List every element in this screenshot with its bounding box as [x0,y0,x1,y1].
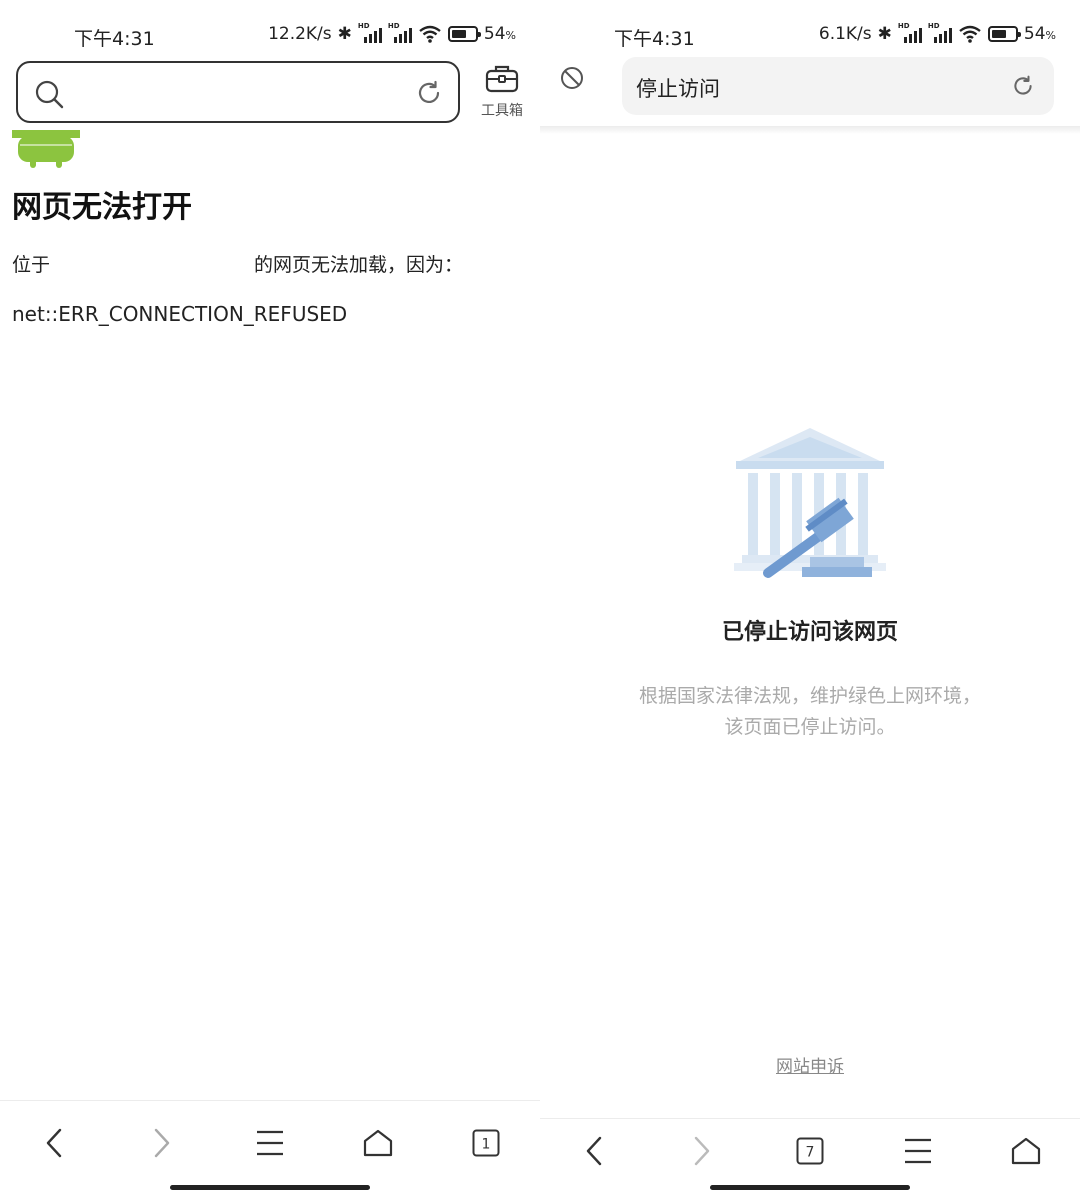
home-button[interactable] [358,1123,398,1163]
tabs-button[interactable]: 1 [466,1123,506,1163]
battery-icon [987,26,1021,42]
error-title: 网页无法打开 [12,190,192,225]
battery-percent: 54% [483,24,516,44]
signal-icon: HD [358,22,382,43]
home-icon [363,1129,393,1157]
tabs-icon: 1 [472,1129,500,1157]
status-time: 下午4:31 [74,28,155,50]
status-time: 下午4:31 [614,28,695,50]
blocked-title: 已停止访问该网页 [721,620,898,645]
refresh-icon[interactable] [416,80,442,106]
blocked-icon [561,67,583,89]
blocked-description-line-2: 该页面已停止访问。 [724,716,896,738]
toolbox-label: 工具箱 [481,103,523,119]
error-message: 位于 的网页无法加载，因为： [12,250,463,277]
site-appeal-link[interactable]: 网站申诉 [540,1052,1080,1077]
address-bar[interactable]: 停止访问 [622,57,1054,115]
back-icon [46,1128,62,1158]
error-message-suffix: 的网页无法加载，因为： [254,254,464,276]
menu-button[interactable] [898,1131,938,1171]
home-indicator[interactable] [170,1185,370,1190]
search-bar[interactable] [16,61,460,123]
android-icon [12,130,80,168]
svg-text:7: 7 [806,1145,815,1161]
forward-icon [154,1128,170,1158]
wifi-icon [419,25,441,43]
bluetooth-icon: ✱ [337,24,352,44]
address-text: 停止访问 [636,77,720,101]
tabs-icon: 7 [796,1137,824,1165]
back-button[interactable] [574,1131,614,1171]
home-indicator[interactable] [710,1185,910,1190]
network-speed: 6.1K/s [818,24,872,44]
bluetooth-icon: ✱ [877,24,892,44]
left-browser-screen: 下午4:31 12.2K/s ✱ HD HD 54% 工具箱 网页无法打开 位于… [0,0,540,1200]
blocked-description: 根据国家法律法规，维护绿色上网环境， 该页面已停止访问。 [540,681,1080,743]
signal-icon-2: HD [928,22,952,43]
forward-button[interactable] [142,1123,182,1163]
error-code: net::ERR_CONNECTION_REFUSED [12,302,348,326]
forward-button[interactable] [682,1131,722,1171]
signal-icon: HD [898,22,922,43]
back-button[interactable] [34,1123,74,1163]
error-message-prefix: 位于 [12,254,51,276]
signal-icon-2: HD [388,22,412,43]
bottom-toolbar: 7 [540,1118,1080,1200]
battery-icon [447,26,481,42]
wifi-icon [959,25,981,43]
search-icon [35,80,64,109]
svg-text:1: 1 [482,1137,491,1153]
bottom-toolbar: 1 [0,1100,540,1200]
back-icon [586,1136,602,1166]
toolbox-button[interactable]: 工具箱 [478,64,526,120]
menu-button[interactable] [250,1123,290,1163]
home-icon [1011,1137,1041,1165]
network-speed: 12.2K/s [268,24,332,44]
battery-percent: 54% [1023,24,1056,44]
home-button[interactable] [1006,1131,1046,1171]
blocked-description-line-1: 根据国家法律法规，维护绿色上网环境， [638,685,981,707]
menu-icon [257,1130,283,1156]
header-divider [540,126,1080,134]
status-indicators: 12.2K/s ✱ HD HD 54% [268,22,516,44]
right-browser-screen: 下午4:31 6.1K/s ✱ HD HD 54% 停止访问 已停止访问该网页 … [540,0,1080,1200]
status-bar: 下午4:31 6.1K/s ✱ HD HD 54% [540,18,1080,52]
blocked-site-button[interactable] [560,66,584,94]
status-indicators: 6.1K/s ✱ HD HD 54% [818,22,1056,44]
status-bar: 下午4:31 12.2K/s ✱ HD HD 54% [0,18,540,52]
menu-icon [905,1138,931,1164]
refresh-icon[interactable] [1012,75,1034,97]
toolbox-icon [485,65,519,93]
tabs-button[interactable]: 7 [790,1131,830,1171]
forward-icon [694,1136,710,1166]
courthouse-gavel-illustration [734,428,886,578]
